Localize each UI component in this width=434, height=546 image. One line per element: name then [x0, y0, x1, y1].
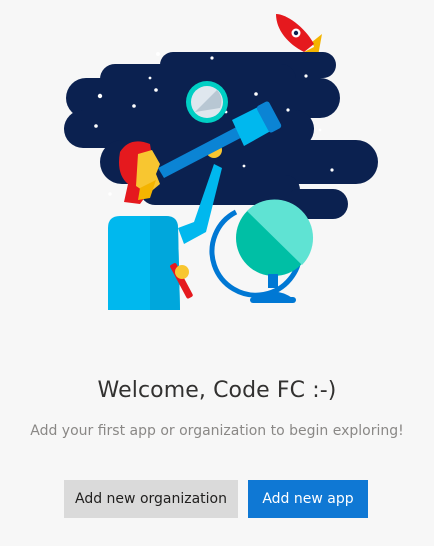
rocket-icon [276, 14, 322, 56]
space-explorer-illustration [64, 14, 378, 310]
moon-icon [186, 81, 228, 123]
globe-icon [209, 199, 314, 303]
welcome-subtitle: Add your first app or organization to be… [30, 423, 404, 439]
empty-state-page: Welcome, Code FC :-) Add your first app … [0, 0, 434, 546]
add-new-app-button[interactable]: Add new app [248, 480, 368, 518]
add-new-organization-button[interactable]: Add new organization [64, 480, 238, 518]
welcome-title: Welcome, Code FC :-) [97, 378, 337, 403]
